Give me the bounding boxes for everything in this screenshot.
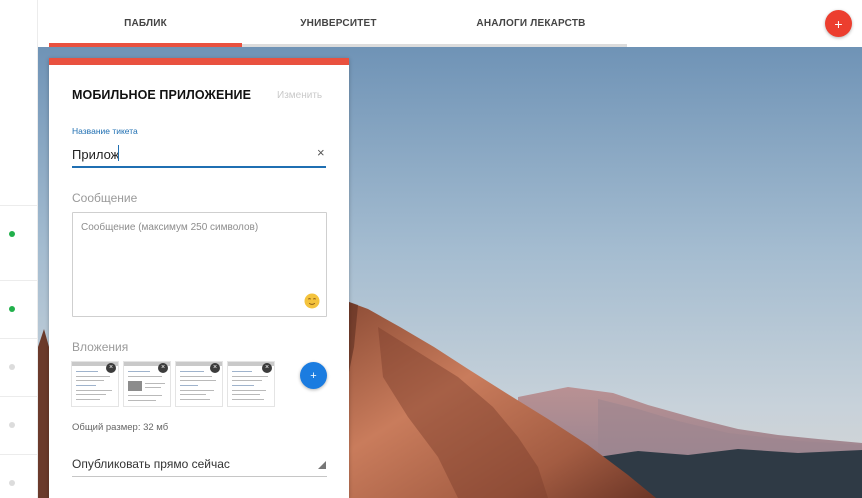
message-label: Сообщение — [72, 191, 138, 205]
ticket-form-card: МОБИЛЬНОЕ ПРИЛОЖЕНИЕ Изменить Название т… — [49, 58, 349, 498]
status-dot-icon — [9, 306, 15, 312]
status-dot-icon — [9, 422, 15, 428]
ticket-name-underline — [72, 166, 326, 168]
total-size-text: Общий размер: 32 мб — [72, 422, 169, 433]
rail-item-2[interactable] — [0, 280, 38, 338]
publish-underline — [72, 476, 327, 477]
message-placeholder: Сообщение (максимум 250 символов) — [81, 222, 259, 233]
left-rail — [0, 0, 38, 498]
text-caret — [118, 145, 119, 161]
rail-item-1[interactable] — [0, 205, 38, 263]
top-navigation: ПАБЛИК УНИВЕРСИТЕТ АНАЛОГИ ЛЕКАРСТВ + — [38, 0, 862, 47]
publish-time-select[interactable]: Опубликовать прямо сейчас — [72, 455, 327, 477]
rail-item-3[interactable] — [0, 338, 38, 396]
rail-item-5[interactable] — [0, 454, 38, 498]
card-title: МОБИЛЬНОЕ ПРИЛОЖЕНИЕ — [72, 88, 252, 102]
attachments-label: Вложения — [72, 340, 129, 354]
tab-drug-analogs[interactable]: АНАЛОГИ ЛЕКАРСТВ — [435, 0, 627, 47]
remove-attachment-icon[interactable]: × — [158, 363, 168, 373]
plus-icon: + — [834, 15, 843, 32]
ticket-name-label: Название тикета — [72, 126, 138, 136]
status-dot-icon — [9, 480, 15, 486]
ticket-name-input[interactable] — [72, 143, 326, 165]
add-attachment-button[interactable]: + — [300, 362, 327, 389]
rail-item-4[interactable] — [0, 396, 38, 454]
publish-time-value: Опубликовать прямо сейчас — [72, 457, 230, 471]
remove-attachment-icon[interactable]: × — [106, 363, 116, 373]
emoji-icon[interactable] — [304, 293, 320, 309]
status-dot-icon — [9, 364, 15, 370]
edit-button[interactable]: Изменить — [277, 90, 322, 101]
dropdown-arrow-icon — [318, 461, 326, 469]
status-dot-icon — [9, 231, 15, 237]
tab-university[interactable]: УНИВЕРСИТЕТ — [242, 0, 435, 47]
plus-icon: + — [310, 369, 317, 382]
tab-public[interactable]: ПАБЛИК — [49, 0, 242, 47]
close-icon[interactable]: × — [317, 146, 329, 160]
message-textarea[interactable]: Сообщение (максимум 250 символов) — [72, 212, 327, 317]
remove-attachment-icon[interactable]: × — [210, 363, 220, 373]
add-button[interactable]: + — [825, 10, 852, 37]
card-accent-bar — [49, 58, 349, 65]
remove-attachment-icon[interactable]: × — [262, 363, 272, 373]
